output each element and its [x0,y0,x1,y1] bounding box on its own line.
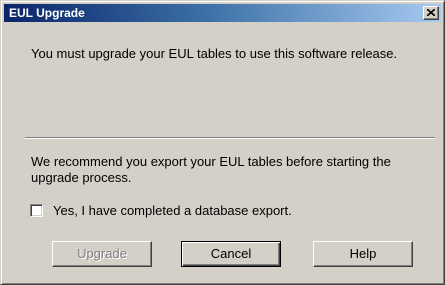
title-bar[interactable]: EUL Upgrade [4,4,441,22]
upgrade-button[interactable]: Upgrade [52,241,152,267]
help-button[interactable]: Help [313,241,413,267]
export-confirmation-checkbox[interactable] [30,204,43,217]
cancel-button[interactable]: Cancel [181,241,281,267]
upgrade-required-message: You must upgrade your EUL tables to use … [31,46,398,61]
dialog-title: EUL Upgrade [9,6,85,20]
separator [25,137,435,139]
export-confirmation-label[interactable]: Yes, I have completed a database export. [53,203,292,219]
close-icon [427,9,435,16]
eul-upgrade-dialog: EUL Upgrade You must upgrade your EUL ta… [0,0,445,285]
close-button[interactable] [423,6,439,20]
export-recommendation-text: We recommend you export your EUL tables … [31,154,391,185]
